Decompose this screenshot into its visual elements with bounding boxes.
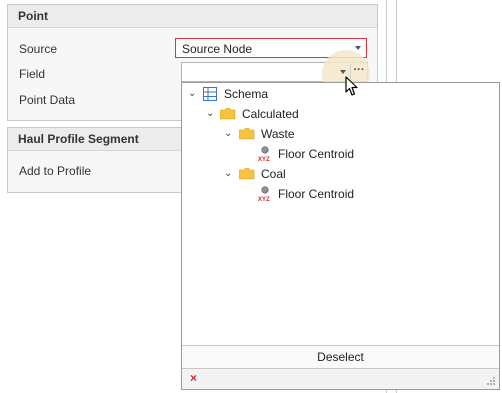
tree-node-calculated[interactable]: ⌄ Calculated [182, 105, 482, 123]
chevron-down-icon[interactable]: ⌄ [206, 108, 214, 120]
tree-label-calculated: Calculated [242, 107, 299, 121]
source-value: Source Node [182, 42, 253, 56]
chevron-down-icon[interactable]: ⌄ [224, 168, 232, 180]
chevron-down-icon[interactable]: ⌄ [188, 88, 196, 100]
folder-icon [239, 168, 255, 180]
deselect-button[interactable]: Deselect [182, 346, 499, 368]
add-to-profile-label: Add to Profile [19, 164, 92, 178]
chevron-down-icon [340, 70, 346, 74]
folder-icon [239, 128, 255, 140]
tree-node-schema[interactable]: ⌄ Schema [182, 85, 482, 103]
schema-tree: ⌄ Schema ⌄ Calculated ⌄ Waste XYZ Floor … [182, 83, 499, 345]
tree-node-coal-floor-centroid[interactable]: XYZ Floor Centroid [182, 185, 482, 203]
field-label: Field [19, 67, 46, 81]
xyz-point-icon: XYZ [258, 146, 270, 162]
field-tree-popup: ⌄ Schema ⌄ Calculated ⌄ Waste XYZ Floor … [181, 82, 500, 390]
close-icon[interactable]: × [190, 371, 197, 385]
mouse-cursor-icon [345, 76, 358, 96]
tree-node-waste-floor-centroid[interactable]: XYZ Floor Centroid [182, 145, 482, 163]
point-data-label: Point Data [19, 93, 76, 107]
xyz-point-icon: XYZ [258, 186, 270, 202]
tree-label-schema: Schema [224, 87, 269, 101]
source-label: Source [19, 42, 58, 56]
svg-text:XYZ: XYZ [258, 197, 270, 202]
tree-node-waste[interactable]: ⌄ Waste [182, 125, 482, 143]
svg-text:XYZ: XYZ [258, 157, 270, 162]
popup-status-bar: × [182, 369, 499, 389]
resize-grip-icon[interactable] [486, 376, 496, 386]
chevron-down-icon[interactable]: ⌄ [224, 128, 232, 140]
tree-label-waste-floor-centroid: Floor Centroid [278, 147, 355, 161]
folder-icon [220, 108, 236, 120]
point-section-header[interactable]: Point [8, 5, 377, 28]
tree-label-waste: Waste [261, 127, 295, 141]
chevron-down-icon [355, 46, 361, 50]
tree-label-coal-floor-centroid: Floor Centroid [278, 187, 355, 201]
tree-node-coal[interactable]: ⌄ Coal [182, 165, 482, 183]
table-icon [203, 87, 217, 101]
tree-label-coal: Coal [261, 167, 286, 181]
